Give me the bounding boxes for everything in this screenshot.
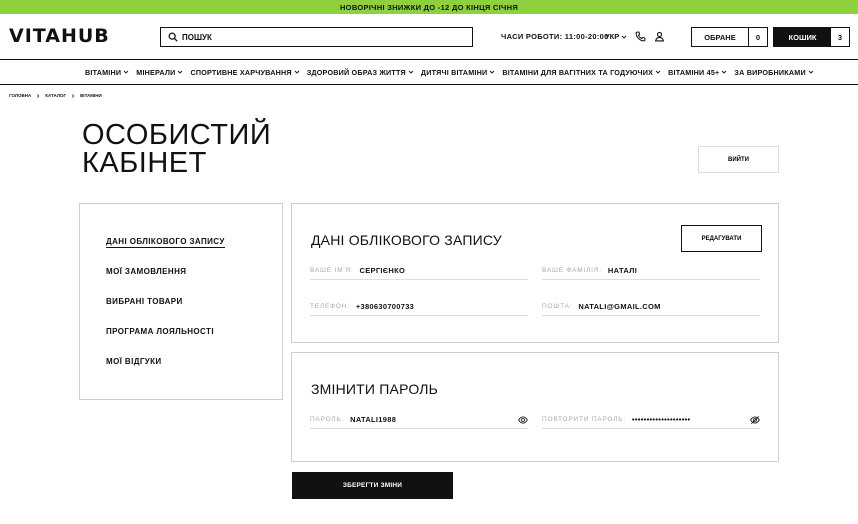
promo-banner: НОВОРІЧНІ ЗНИЖКИ ДО -12 ДО КІНЦЯ СІЧНЯ — [0, 0, 858, 14]
search-input[interactable] — [182, 32, 462, 42]
save-changes-button[interactable]: ЗБЕРЕГТИ ЗМІНИ — [292, 472, 453, 499]
user-icon[interactable] — [654, 31, 665, 42]
favorites-count: 0 — [755, 32, 761, 42]
edit-button[interactable]: РЕДАГУВАТИ — [681, 225, 762, 252]
main-nav: ВІТАМІНИ МІНЕРАЛИ СПОРТИВНЕ ХАРЧУВАННЯ З… — [0, 59, 858, 85]
sidebar-item-favorites[interactable]: ВИБРАНІ ТОВАРИ — [106, 297, 183, 306]
first-name-value: СЕРГІЄНКО — [359, 266, 406, 275]
email-label: ПОШТА: — [542, 303, 573, 310]
breadcrumb-catalog[interactable]: КАТАЛОГ — [45, 93, 66, 98]
cart-label: КОШИК — [774, 28, 831, 46]
password-field[interactable]: ПАРОЛЬ: NATALI1988 — [310, 415, 528, 429]
last-name-field[interactable]: ВАШЕ ФАМІЛІЯ: НАТАЛІ — [542, 266, 760, 280]
sidebar-item-reviews[interactable]: МОЇ ВІДГУКИ — [106, 357, 162, 366]
nav-item-vitamins[interactable]: ВІТАМІНИ — [85, 68, 129, 77]
chevron-down-icon — [808, 70, 814, 74]
chevron-down-icon — [408, 70, 414, 74]
chevron-down-icon — [123, 70, 129, 74]
cart-button[interactable]: КОШИК 3 — [773, 27, 850, 47]
cart-count: 3 — [837, 32, 843, 42]
repeat-password-label: ПОВТОРИТИ ПАРОЛЬ: — [542, 416, 626, 423]
language-selector[interactable]: УКР — [605, 32, 627, 41]
last-name-value: НАТАЛІ — [607, 266, 638, 275]
sidebar-item-account-data[interactable]: ДАНІ ОБЛІКОВОГО ЗАПИСУ — [106, 237, 225, 248]
working-hours: ЧАСИ РОБОТИ: 11:00-20:00 — [501, 32, 609, 41]
sidebar-item-loyalty[interactable]: ПРОГРАМА ЛОЯЛЬНОСТІ — [106, 327, 214, 336]
logo[interactable]: VITAHUB — [9, 25, 110, 47]
search-icon — [168, 32, 178, 42]
change-password-card: ЗМІНИТИ ПАРОЛЬ ПАРОЛЬ: NATALI1988 ПОВТОР… — [291, 352, 779, 462]
first-name-field[interactable]: ВАШЕ ІМ'Я: СЕРГІЄНКО — [310, 266, 528, 280]
first-name-label: ВАШЕ ІМ'Я: — [310, 267, 354, 274]
phone-value: +380630700733 — [355, 302, 415, 311]
account-sidebar: ДАНІ ОБЛІКОВОГО ЗАПИСУ МОЇ ЗАМОВЛЕННЯ ВИ… — [79, 203, 283, 400]
nav-item-pregnancy-vitamins[interactable]: ВІТАМІНИ ДЛЯ ВАГІТНИХ ТА ГОДУЮЧИХ — [502, 68, 661, 77]
nav-item-minerals[interactable]: МІНЕРАЛИ — [136, 68, 183, 77]
page-title: ОСОБИСТИЙ КАБІНЕТ — [82, 119, 272, 179]
chevron-right-icon — [37, 93, 40, 98]
eye-icon[interactable] — [518, 415, 528, 425]
phone-icon[interactable] — [635, 31, 646, 42]
eye-off-icon[interactable] — [750, 415, 760, 425]
favorites-button[interactable]: ОБРАНЕ 0 — [691, 27, 768, 47]
favorites-label: ОБРАНЕ — [692, 28, 749, 46]
email-field[interactable]: ПОШТА: NATALI@GMAIL.COM — [542, 302, 760, 316]
repeat-password-value: •••••••••••••••••••• — [631, 415, 691, 424]
chevron-right-icon — [72, 93, 75, 98]
password-label: ПАРОЛЬ: — [310, 416, 345, 423]
language-label: УКР — [605, 32, 620, 41]
phone-field[interactable]: ТЕЛЕФОН: +380630700733 — [310, 302, 528, 316]
sidebar-item-orders[interactable]: МОЇ ЗАМОВЛЕННЯ — [106, 267, 186, 276]
nav-item-sports-nutrition[interactable]: СПОРТИВНЕ ХАРЧУВАННЯ — [190, 68, 300, 77]
chevron-down-icon — [722, 70, 727, 74]
breadcrumb-vitamins: ВІТАМІНИ — [80, 93, 102, 98]
change-password-title: ЗМІНИТИ ПАРОЛЬ — [311, 381, 439, 397]
chevron-down-icon — [621, 35, 627, 39]
nav-item-by-manufacturer[interactable]: ЗА ВИРОБНИКАМИ — [734, 68, 814, 77]
search-bar[interactable] — [160, 27, 473, 47]
chevron-down-icon — [655, 70, 661, 74]
logout-button[interactable]: ВИЙТИ — [698, 146, 779, 173]
account-data-title: ДАНІ ОБЛІКОВОГО ЗАПИСУ — [311, 232, 502, 248]
email-value: NATALI@GMAIL.COM — [578, 302, 661, 311]
phone-label: ТЕЛЕФОН: — [310, 303, 350, 310]
last-name-label: ВАШЕ ФАМІЛІЯ: — [542, 267, 602, 274]
logo-text: VITAHUB — [9, 25, 110, 47]
breadcrumb-home[interactable]: ГОЛОВНА — [9, 93, 31, 98]
account-data-card: ДАНІ ОБЛІКОВОГО ЗАПИСУ РЕДАГУВАТИ ВАШЕ І… — [291, 203, 779, 343]
nav-item-kids-vitamins[interactable]: ДИТЯЧІ ВІТАМІНИ — [421, 68, 495, 77]
nav-item-vitamins-45[interactable]: ВІТАМІНИ 45+ — [668, 68, 727, 77]
chevron-down-icon — [178, 70, 183, 74]
repeat-password-field[interactable]: ПОВТОРИТИ ПАРОЛЬ: •••••••••••••••••••• — [542, 415, 760, 429]
password-value: NATALI1988 — [350, 415, 397, 424]
nav-item-healthy-lifestyle[interactable]: ЗДОРОВИЙ ОБРАЗ ЖИТТЯ — [307, 68, 414, 77]
chevron-down-icon — [294, 70, 300, 74]
chevron-down-icon — [490, 70, 495, 74]
breadcrumb: ГОЛОВНА КАТАЛОГ ВІТАМІНИ — [9, 93, 102, 98]
